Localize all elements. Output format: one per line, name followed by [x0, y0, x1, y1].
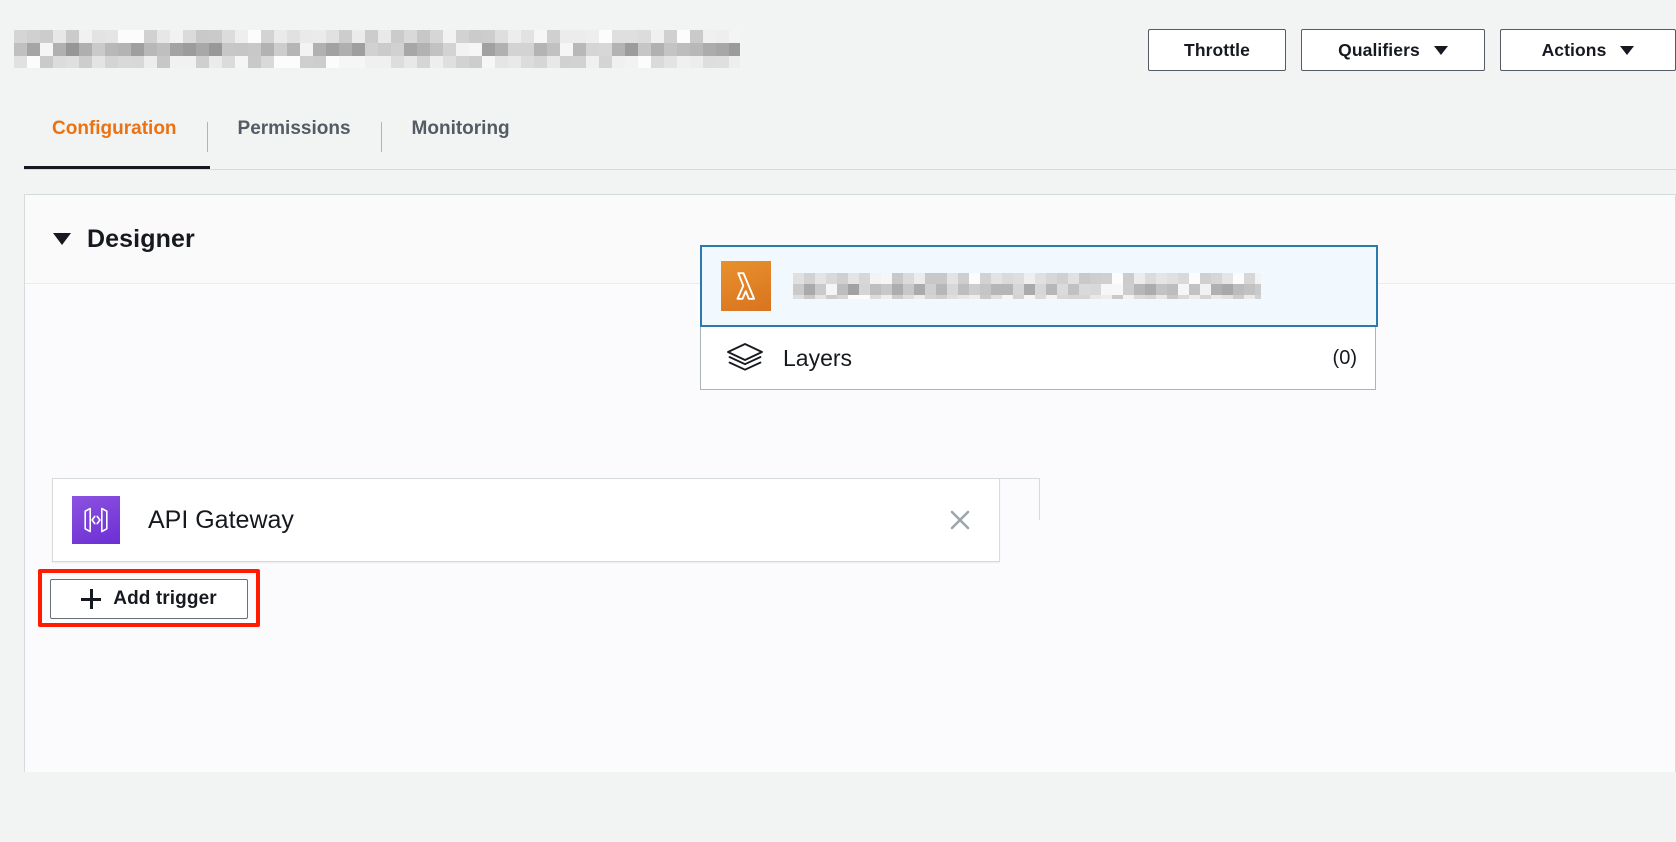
tab-configuration[interactable]: Configuration: [24, 104, 207, 150]
top-action-buttons: Throttle Qualifiers Actions: [1148, 29, 1676, 71]
api-gateway-icon: [72, 496, 120, 544]
layers-row[interactable]: Layers (0): [701, 328, 1377, 388]
tab-configuration-label: Configuration: [52, 118, 177, 139]
lambda-icon: [721, 261, 771, 311]
tab-monitoring[interactable]: Monitoring: [382, 104, 540, 150]
chevron-down-icon: [1620, 45, 1635, 55]
designer-title: Designer: [87, 224, 195, 253]
function-name-redacted: [14, 30, 740, 68]
add-trigger-label: Add trigger: [113, 588, 217, 609]
function-name-redacted-inline: [793, 273, 1261, 299]
layers-stack-icon: [723, 341, 767, 375]
throttle-button[interactable]: Throttle: [1148, 29, 1286, 71]
layers-label: Layers: [783, 344, 853, 371]
trigger-label: API Gateway: [148, 505, 294, 534]
plus-icon: [81, 589, 102, 609]
close-icon[interactable]: [943, 503, 977, 537]
chevron-down-icon: [1433, 45, 1448, 55]
layers-count: (0): [1332, 346, 1357, 369]
actions-button-label: Actions: [1541, 39, 1607, 60]
trigger-connector-line: [1000, 478, 1040, 520]
trigger-card-api-gateway[interactable]: API Gateway: [52, 478, 1000, 562]
tab-baseline-divider: [24, 169, 1676, 170]
actions-button[interactable]: Actions: [1500, 29, 1676, 71]
page-header: Throttle Qualifiers Actions: [0, 0, 1676, 96]
tab-permissions-label: Permissions: [237, 118, 351, 139]
tab-permissions[interactable]: Permissions: [208, 104, 381, 150]
tab-monitoring-label: Monitoring: [411, 118, 510, 139]
tab-bar: Configuration Permissions Monitoring: [24, 104, 540, 170]
throttle-button-label: Throttle: [1184, 39, 1250, 60]
function-card: Layers (0): [700, 245, 1378, 390]
add-trigger-button[interactable]: Add trigger: [50, 579, 248, 619]
function-node[interactable]: [700, 245, 1378, 327]
qualifiers-button[interactable]: Qualifiers: [1301, 29, 1485, 71]
triangle-down-icon: [53, 233, 71, 245]
qualifiers-button-label: Qualifiers: [1338, 39, 1420, 60]
lambda-console-page: Throttle Qualifiers Actions Configuration P…: [0, 0, 1676, 842]
